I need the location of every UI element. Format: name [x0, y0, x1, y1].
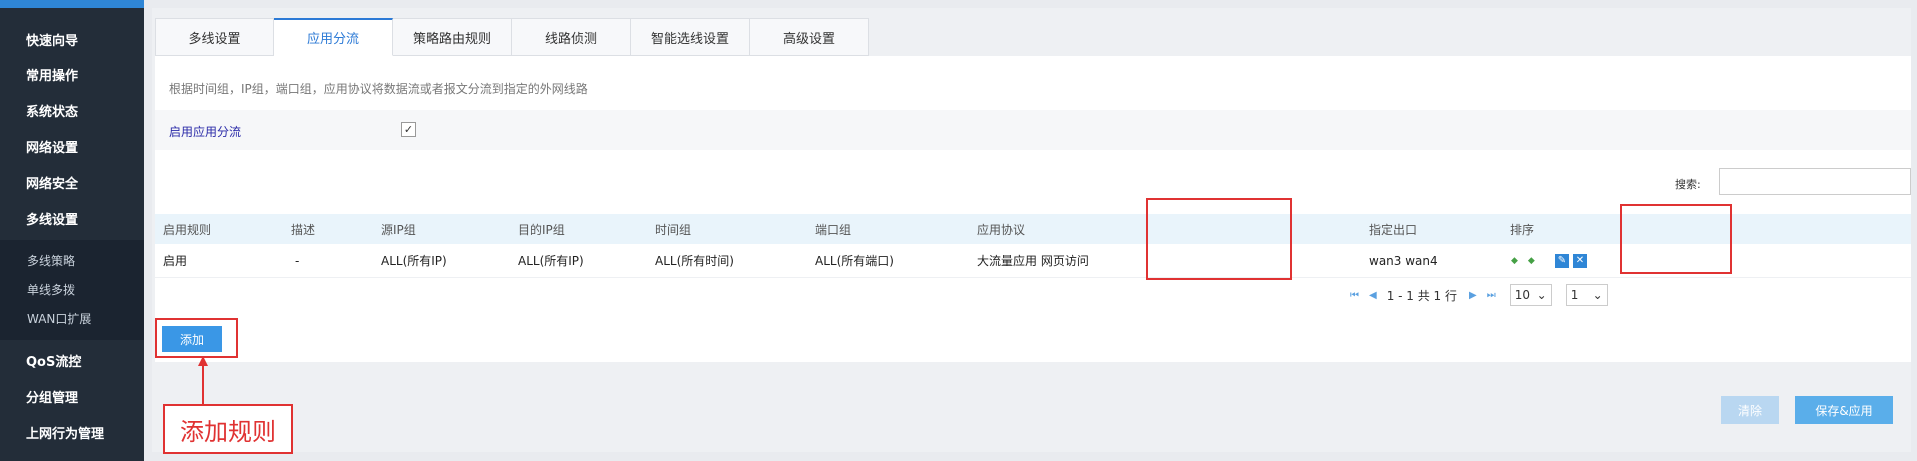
sidebar-item-network-settings[interactable]: 网络设置: [26, 137, 78, 156]
sidebar-item-quick-wizard[interactable]: 快速向导: [26, 30, 78, 49]
highlight-app-protocol: [1146, 198, 1292, 280]
cell-src-ip: ALL(所有IP): [381, 254, 447, 268]
cell-enable: 启用: [163, 254, 188, 268]
sidebar-item-network-security[interactable]: 网络安全: [26, 173, 78, 192]
sidebar-item-common-ops[interactable]: 常用操作: [26, 65, 78, 84]
tab-multiline-settings[interactable]: 多线设置: [155, 18, 274, 56]
enable-row: 启用应用分流 ✓: [155, 110, 1911, 150]
next-page-icon[interactable]: ▶: [1469, 290, 1477, 301]
first-page-icon[interactable]: ⏮: [1350, 290, 1359, 301]
cell-app: 大流量应用 网页访问: [977, 254, 1089, 268]
tab-bar: 多线设置 应用分流 策略路由规则 线路侦测 智能选线设置 高级设置: [155, 18, 869, 56]
sidebar-subitem-wan-expand[interactable]: WAN口扩展: [27, 310, 91, 327]
cell-port: ALL(所有端口): [815, 254, 894, 268]
enable-app-split-label: 启用应用分流: [169, 125, 242, 139]
col-port-header: 端口组: [815, 222, 852, 237]
sidebar-item-multiline-settings[interactable]: 多线设置: [26, 209, 78, 228]
sidebar-subitem-multiline-policy[interactable]: 多线策略: [27, 252, 75, 269]
chevron-down-icon: ⌄: [1592, 288, 1603, 302]
col-time-header: 时间组: [655, 222, 692, 237]
row-actions: ✎ ✕: [1555, 244, 1587, 277]
page-number-select[interactable]: 1 ⌄: [1565, 284, 1608, 306]
sidebar-subitem-single-line-multidial[interactable]: 单线多拨: [27, 281, 75, 298]
cell-dst-ip: ALL(所有IP): [518, 254, 584, 268]
move-up-icon[interactable]: ◆: [1511, 256, 1518, 266]
col-sort-header: 排序: [1510, 222, 1535, 237]
cell-desc: -: [295, 253, 300, 268]
page-number-value: 1: [1570, 288, 1579, 302]
highlight-add-button: [155, 318, 238, 358]
search-label: 搜索:: [1675, 178, 1701, 191]
sidebar-submenu: 多线策略 单线多拨 WAN口扩展: [0, 240, 144, 340]
annotation-label: 添加规则: [163, 404, 293, 454]
sidebar: 快速向导 常用操作 系统状态 网络设置 网络安全 多线设置 多线策略 单线多拨 …: [0, 0, 144, 461]
col-exit-header: 指定出口: [1369, 222, 1418, 237]
col-dst-ip-header: 目的IP组: [518, 222, 565, 237]
tab-advanced[interactable]: 高级设置: [750, 18, 869, 56]
col-src-ip-header: 源IP组: [381, 222, 416, 237]
prev-page-icon[interactable]: ◀: [1369, 290, 1377, 301]
col-app-header: 应用协议: [977, 222, 1026, 237]
tab-policy-routing[interactable]: 策略路由规则: [393, 18, 512, 56]
sidebar-brand-strip: [0, 0, 144, 8]
sidebar-item-internet-behavior[interactable]: 上网行为管理: [26, 423, 104, 442]
page-description: 根据时间组，IP组，端口组，应用协议将数据流或者报文分流到指定的外网线路: [169, 82, 588, 96]
tab-smart-line-select[interactable]: 智能选线设置: [631, 18, 750, 56]
cell-time: ALL(所有时间): [655, 254, 734, 268]
cell-exit: wan3 wan4: [1369, 253, 1438, 268]
clear-button[interactable]: 清除: [1721, 396, 1779, 424]
delete-icon[interactable]: ✕: [1573, 253, 1587, 268]
pagination-info: 1 - 1 共 1 行: [1386, 288, 1458, 303]
chevron-down-icon: ⌄: [1536, 288, 1547, 302]
edit-icon[interactable]: ✎: [1555, 253, 1569, 268]
sort-controls: ◆ ◆: [1511, 244, 1535, 277]
sidebar-item-system-status[interactable]: 系统状态: [26, 101, 78, 120]
move-down-icon[interactable]: ◆: [1528, 256, 1535, 266]
page-size-select[interactable]: 10 ⌄: [1509, 284, 1552, 306]
tab-app-split[interactable]: 应用分流: [274, 18, 393, 56]
sidebar-item-qos[interactable]: QoS流控: [26, 351, 81, 370]
save-apply-button[interactable]: 保存&应用: [1795, 396, 1893, 424]
col-enable-header: 启用规则: [163, 222, 212, 237]
search-input[interactable]: [1719, 168, 1911, 195]
page-size-value: 10: [1514, 288, 1530, 302]
highlight-exit: [1620, 204, 1732, 274]
col-desc-header: 描述: [291, 222, 316, 237]
sidebar-item-group-management[interactable]: 分组管理: [26, 387, 78, 406]
enable-app-split-checkbox[interactable]: ✓: [401, 122, 416, 137]
tab-line-detect[interactable]: 线路侦测: [512, 18, 631, 56]
pagination: ⏮ ◀ 1 - 1 共 1 行 ▶ ⏭ 10 ⌄ 1 ⌄: [1350, 282, 1608, 308]
last-page-icon[interactable]: ⏭: [1487, 290, 1496, 301]
